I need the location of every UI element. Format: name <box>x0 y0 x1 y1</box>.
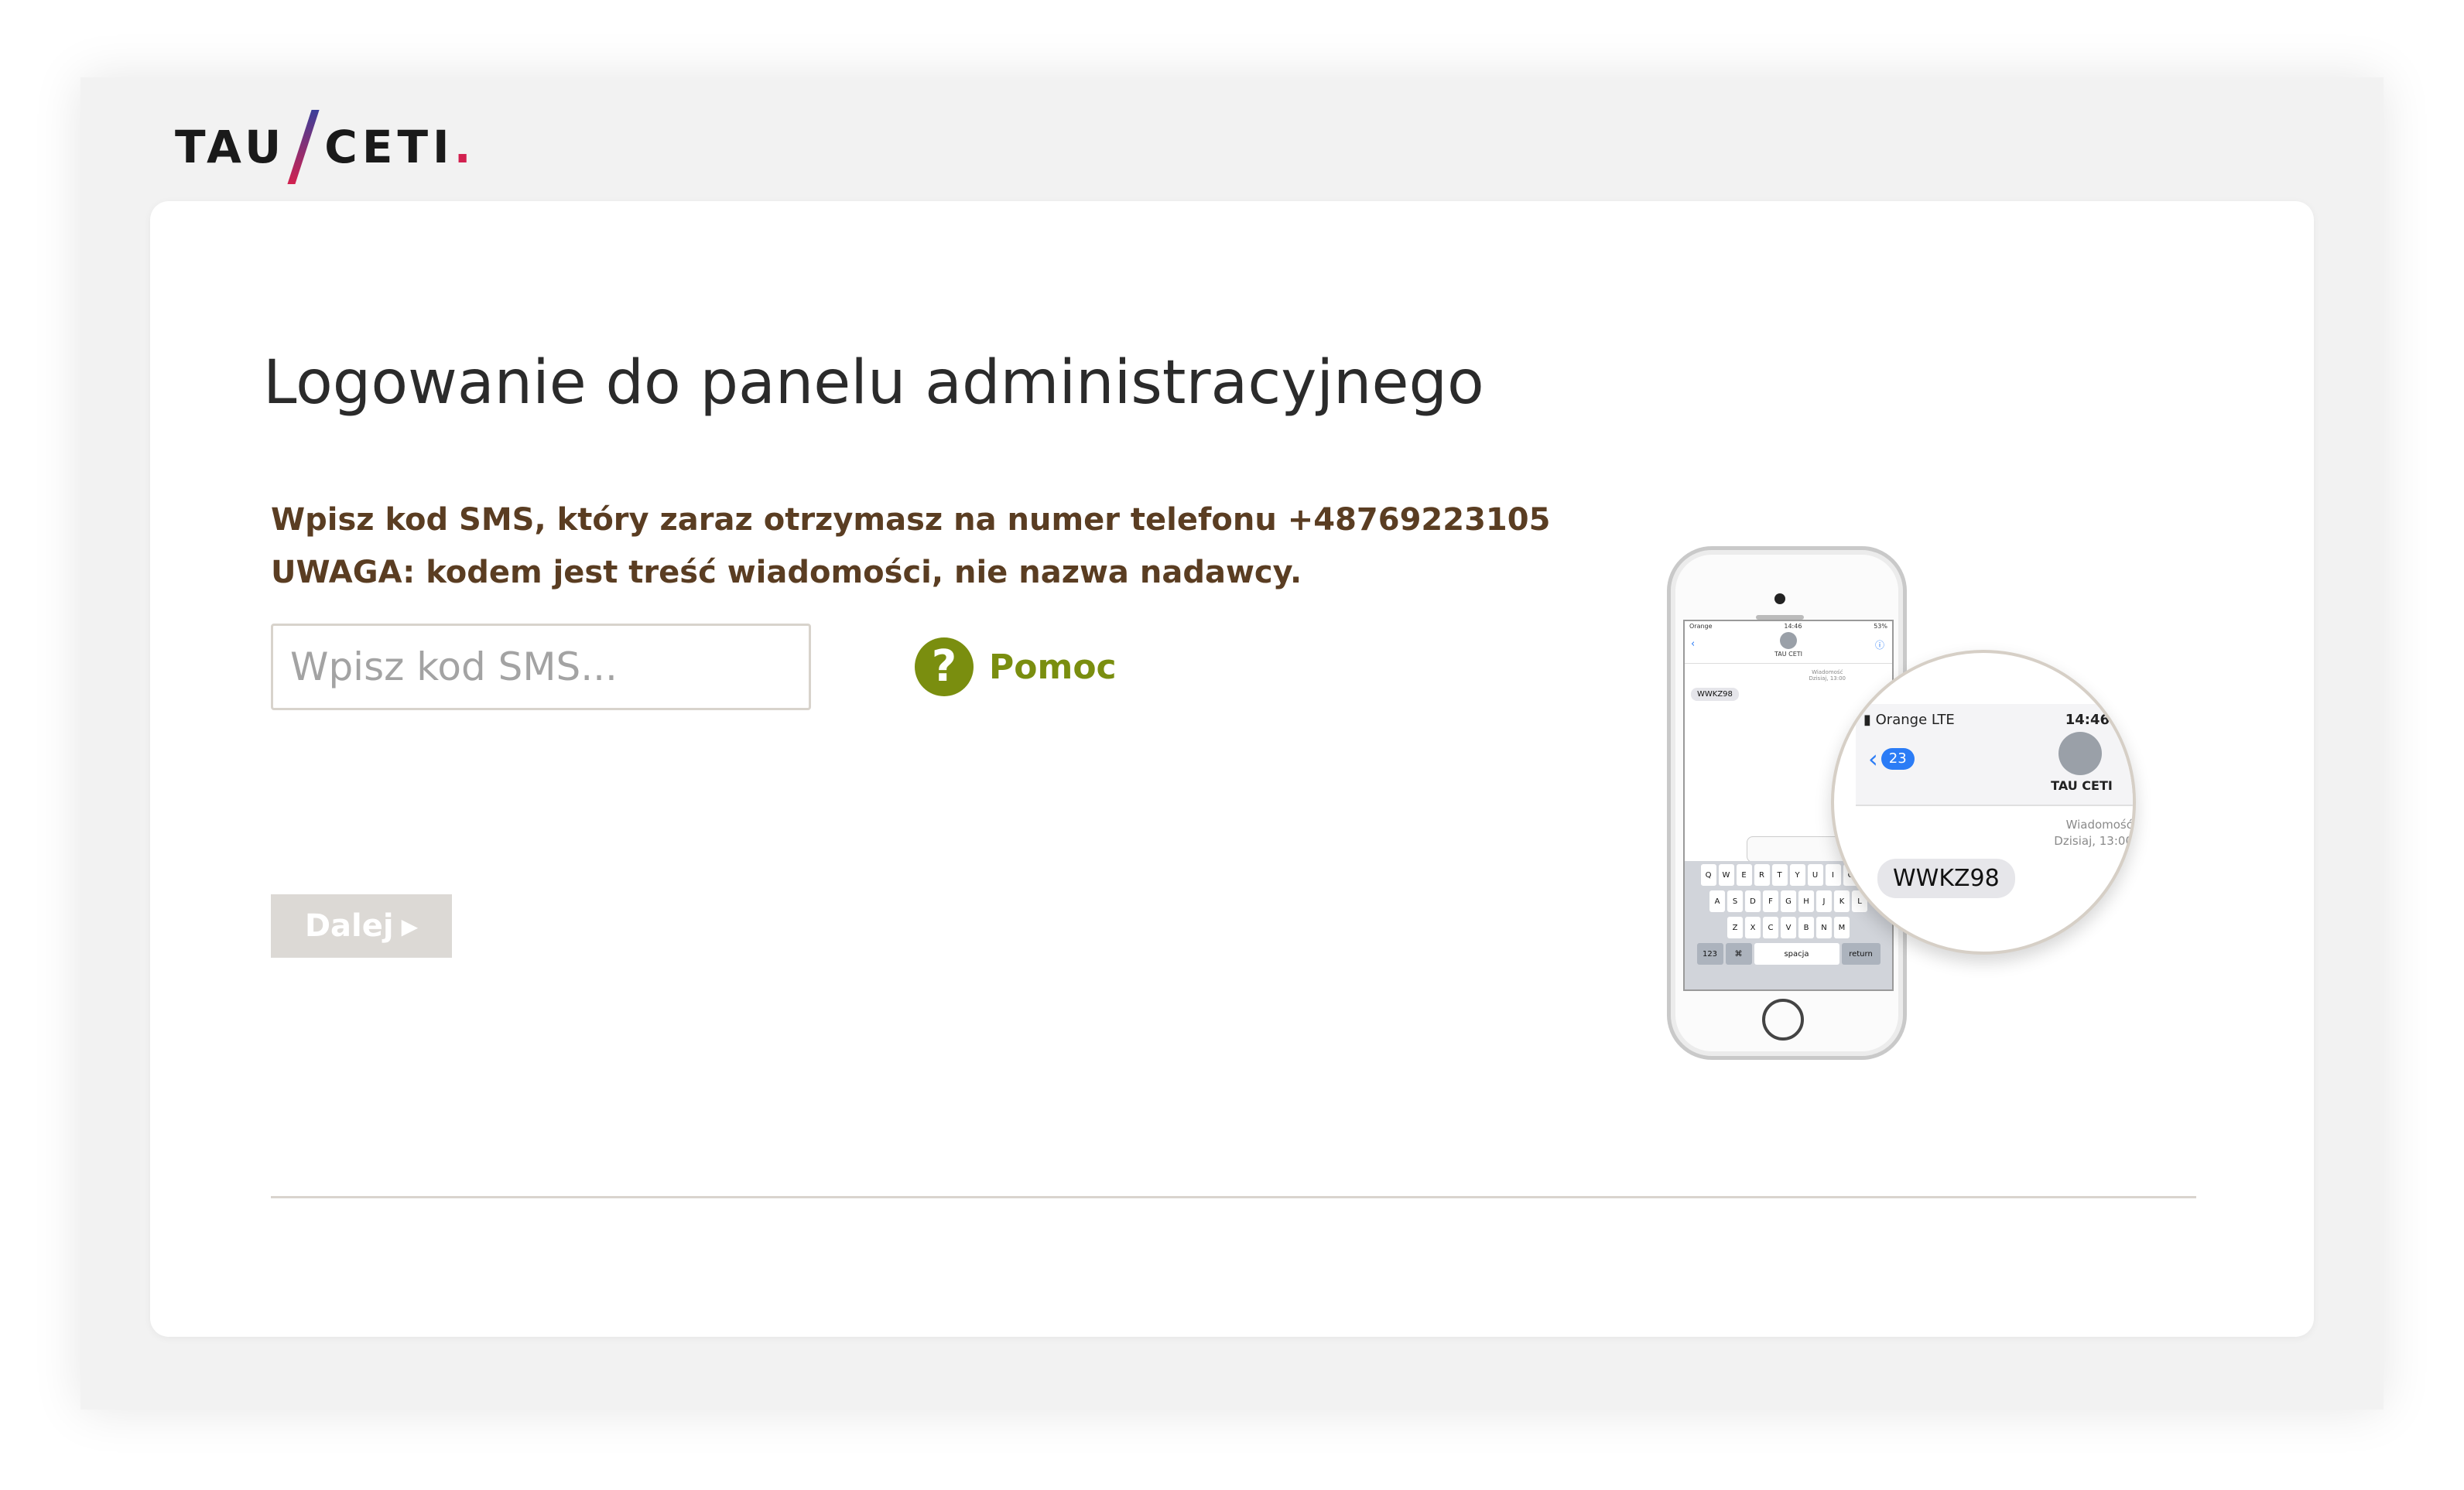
page-title: Logowanie do panelu administracyjnego <box>263 348 1484 418</box>
sms-code-input[interactable] <box>271 624 811 710</box>
instruction-line-2: UWAGA: kodem jest treść wiadomości, nie … <box>271 555 1302 590</box>
question-mark-icon: ? <box>915 637 974 696</box>
magnified-message: ▮ Orange LTE 14:46 ‹ 23 TAU CETI Wiadomo… <box>1831 650 2136 955</box>
mini-header-divider <box>1685 663 1892 664</box>
play-arrow-icon: ▶ <box>401 913 419 939</box>
logo-slash-icon <box>287 110 320 184</box>
keyboard-key: X <box>1745 917 1761 938</box>
keyboard-space-key: spacja <box>1754 943 1839 965</box>
mag-time: 14:46 <box>2065 712 2110 728</box>
mag-network: LTE <box>1931 712 1955 728</box>
keyboard-key: M <box>1834 917 1850 938</box>
keyboard-key: R <box>1754 864 1770 886</box>
keyboard-key: I <box>1825 864 1841 886</box>
mag-unread-badge: 23 <box>1881 748 1915 770</box>
instruction-line-1: Wpisz kod SMS, który zaraz otrzymasz na … <box>271 502 1551 538</box>
mini-battery: 53% <box>1874 623 1887 630</box>
keyboard-key: J <box>1816 890 1832 912</box>
next-button-label: Dalej <box>304 908 394 944</box>
mag-carrier: ▮ Orange LTE <box>1863 712 1955 728</box>
mini-message-meta: Wiadomość Dzisiaj, 13:00 <box>1809 669 1846 682</box>
keyboard-key: E <box>1736 864 1752 886</box>
help-label: Pomoc <box>989 647 1117 687</box>
mini-message-time: Dzisiaj, 13:00 <box>1809 675 1846 682</box>
keyboard-key: H <box>1798 890 1814 912</box>
logo-text-left: TAU <box>175 121 286 173</box>
keyboard-key: K <box>1834 890 1850 912</box>
mag-avatar <box>2058 732 2102 775</box>
app-frame: TAU CETI . Logowanie do panelu administr… <box>80 77 2384 1410</box>
keyboard-row-2: ASDFGHJKL <box>1688 890 1889 912</box>
mini-message-label: Wiadomość <box>1812 669 1843 675</box>
mag-carrier-name: Orange <box>1875 712 1928 728</box>
keyboard-key: G <box>1781 890 1796 912</box>
logo-text-right: CETI <box>324 121 454 173</box>
keyboard-row-4: 123 ⌘ spacja return <box>1688 943 1889 965</box>
phone-camera-icon <box>1774 593 1785 604</box>
keyboard-row-3: ZXCVBNM <box>1688 917 1889 938</box>
keyboard-key: T <box>1771 864 1788 886</box>
signal-bars-icon: ▮ <box>1863 712 1871 728</box>
help-link[interactable]: ? Pomoc <box>915 628 1117 706</box>
keyboard-key: B <box>1798 917 1814 938</box>
mini-time: 14:46 <box>1784 623 1802 630</box>
keyboard-key: S <box>1727 890 1743 912</box>
keyboard-key: D <box>1745 890 1761 912</box>
keyboard-key: A <box>1709 890 1725 912</box>
keyboard-key: N <box>1816 917 1832 938</box>
keyboard-key: Y <box>1789 864 1805 886</box>
mag-message-time: Dzisiaj, 13:00 <box>2054 834 2133 848</box>
keyboard-key: V <box>1781 917 1796 938</box>
keyboard-key: W <box>1718 864 1734 886</box>
keyboard-return-key: return <box>1841 943 1881 965</box>
mag-message-meta: Wiadomość Dzisiaj, 13:00 <box>2020 817 2133 849</box>
keyboard-key: Z <box>1727 917 1743 938</box>
login-card: Logowanie do panelu administracyjnego Wp… <box>150 201 2314 1337</box>
keyboard-key: F <box>1763 890 1778 912</box>
sms-instructions: Wpisz kod SMS, który zaraz otrzymasz na … <box>271 494 1550 599</box>
divider <box>271 1196 2196 1198</box>
mag-status-bar: ▮ Orange LTE 14:46 <box>1863 712 2127 728</box>
logo-dot: . <box>453 121 471 173</box>
mag-back-button: ‹ 23 <box>1868 744 1915 774</box>
next-button[interactable]: Dalej ▶ <box>271 894 452 958</box>
chevron-left-icon: ‹ <box>1868 744 1878 774</box>
mini-status-bar: Orange 14:46 53% <box>1689 623 1887 630</box>
globe-icon: ⌘ <box>1725 943 1752 965</box>
keyboard-key: C <box>1763 917 1778 938</box>
phone-home-button <box>1762 999 1804 1041</box>
mini-contact-name: TAU CETI <box>1774 651 1803 658</box>
mini-carrier: Orange <box>1689 623 1713 630</box>
mag-message-bubble: WWKZ98 <box>1877 859 2015 898</box>
keyboard-key: U <box>1807 864 1823 886</box>
keyboard-key: Q <box>1700 864 1716 886</box>
mini-avatar <box>1780 632 1797 649</box>
mag-contact-name: TAU CETI <box>2051 778 2113 793</box>
keyboard-numbers-key: 123 <box>1696 943 1723 965</box>
mini-message-bubble: WWKZ98 <box>1691 688 1739 701</box>
mag-message-label: Wiadomość <box>2065 818 2133 832</box>
mini-contact: TAU CETI <box>1685 632 1892 658</box>
tau-ceti-logo: TAU CETI . <box>175 101 471 193</box>
